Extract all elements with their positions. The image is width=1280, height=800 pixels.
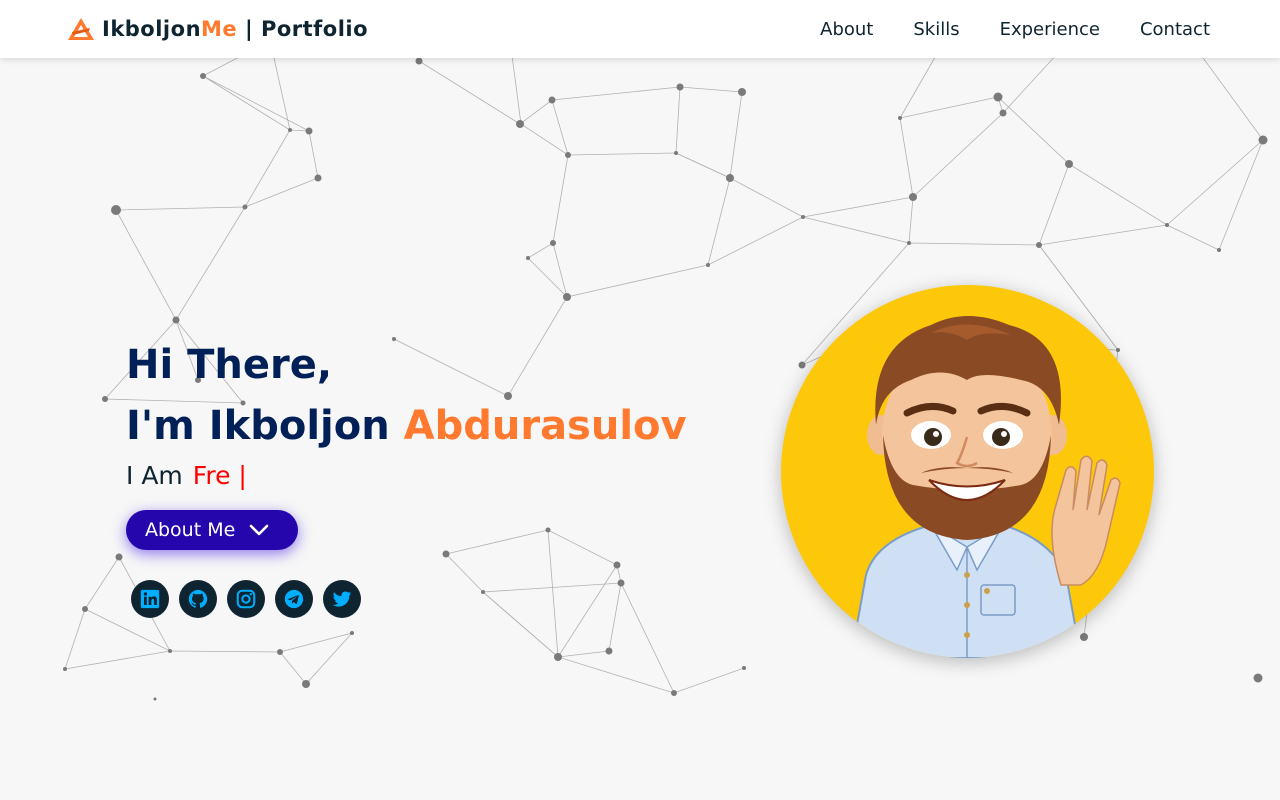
hero-last-name: Abdurasulov: [403, 403, 687, 449]
profile-avatar: [781, 285, 1154, 658]
logo-icon: [68, 18, 94, 40]
nav-about[interactable]: About: [820, 19, 873, 40]
instagram-icon: [236, 589, 256, 609]
hero-intro: I'm Ikboljon: [126, 403, 404, 449]
typing-line: I Am Fre |: [126, 461, 687, 490]
nav-contact[interactable]: Contact: [1140, 19, 1210, 40]
avatar-illustration: [849, 316, 1121, 658]
chevron-down-icon: [249, 524, 269, 536]
twitter-icon: [332, 591, 352, 607]
brand-name-first: Ikboljon: [102, 17, 202, 41]
github-icon: [188, 589, 208, 608]
linkedin-icon: [140, 589, 160, 609]
twitter-link[interactable]: [323, 580, 361, 618]
typing-text: Fre |: [192, 461, 247, 490]
telegram-icon: [284, 589, 304, 609]
nav-experience[interactable]: Experience: [1000, 19, 1100, 40]
linkedin-link[interactable]: [131, 580, 169, 618]
brand-portfolio-label: | Portfolio: [237, 17, 369, 41]
github-link[interactable]: [179, 580, 217, 618]
hero-name: I'm Ikboljon Abdurasulov: [126, 396, 687, 457]
about-me-label: About Me: [145, 519, 236, 541]
social-links: [131, 580, 361, 618]
hero-greeting: Hi There,: [126, 342, 333, 388]
site-header: Ikboljon Me | Portfolio About Skills Expe…: [0, 0, 1280, 58]
telegram-link[interactable]: [275, 580, 313, 618]
main-nav: About Skills Experience Contact: [820, 0, 1210, 58]
about-me-button[interactable]: About Me: [126, 510, 298, 550]
nav-skills[interactable]: Skills: [913, 19, 959, 40]
instagram-link[interactable]: [227, 580, 265, 618]
brand-name-accent: Me: [201, 17, 238, 41]
typing-prefix: I Am: [126, 461, 183, 490]
brand-logo-link[interactable]: Ikboljon Me | Portfolio: [68, 14, 368, 44]
hero-section: Hi There, I'm Ikboljon Abdurasulov I Am F…: [126, 335, 687, 550]
